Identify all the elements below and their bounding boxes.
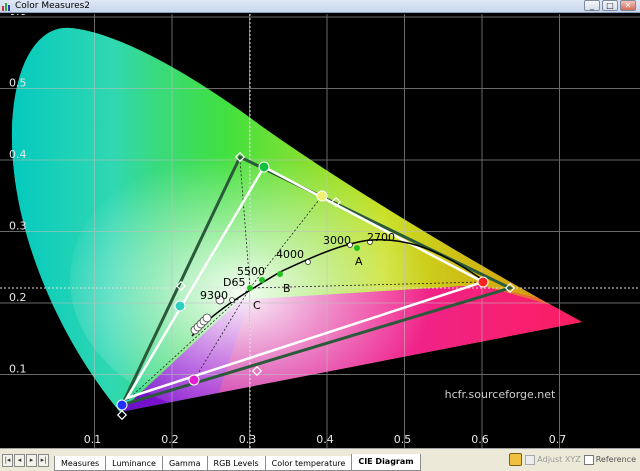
tab-gamma[interactable]: Gamma (161, 456, 208, 471)
cie-diagram[interactable]: 9300 D65 5500 4000 3000 2700 A B C hcfr.… (0, 14, 640, 448)
x-tick-label: 0.4 (316, 433, 334, 446)
tab-rgb-levels[interactable]: RGB Levels (206, 456, 266, 471)
tab-measures[interactable]: Measures (54, 456, 107, 471)
y-tick-label: 0.5 (9, 77, 27, 90)
adjust-xyz-label: Adjust XYZ (537, 455, 581, 464)
illuminant-label-b: B (283, 282, 291, 295)
cct-label-4000: 4000 (276, 248, 304, 261)
reference-box[interactable] (583, 454, 594, 465)
y-tick-label: 0.4 (9, 148, 27, 161)
nav-first-button[interactable]: |◂ (2, 453, 13, 467)
illuminant-label-a: A (355, 255, 363, 268)
x-tick-label: 0.7 (549, 433, 567, 446)
y-tick-label: 0.1 (9, 363, 27, 376)
cct-label-5500: 5500 (237, 265, 265, 278)
tab-cie-diagram[interactable]: CIE Diagram (351, 454, 421, 471)
app-icon (2, 2, 12, 11)
x-tick-label: 0.5 (394, 433, 412, 446)
adjust-xyz-checkbox[interactable]: Adjust XYZ (525, 454, 581, 465)
maximize-button[interactable]: □ (602, 0, 618, 11)
nav-prev-button[interactable]: ◂ (14, 453, 25, 467)
adjust-xyz-box[interactable] (525, 454, 536, 465)
minimize-button[interactable]: _ (584, 0, 600, 11)
y-tick-label: 0.2 (9, 291, 27, 304)
reference-checkbox[interactable]: Reference (583, 454, 636, 465)
app-window: Color Measures2 _ □ ✕ 9300 D65 5500 4000… (0, 0, 640, 471)
y-tick-label: 0.6 (9, 14, 27, 18)
x-tick-label: 0.6 (471, 433, 489, 446)
title-bar: Color Measures2 _ □ ✕ (0, 0, 640, 13)
tab-bar: |◂ ◂ ▸ ▸| Measures Luminance Gamma RGB L… (0, 448, 640, 471)
window-title: Color Measures2 (15, 1, 91, 11)
tab-color-temperature[interactable]: Color temperature (264, 456, 353, 471)
nav-next-button[interactable]: ▸ (26, 453, 37, 467)
tab-luminance[interactable]: Luminance (105, 456, 163, 471)
y-tick-label: 0.3 (9, 220, 27, 233)
x-tick-label: 0.2 (161, 433, 179, 446)
x-tick-label: 0.1 (84, 433, 102, 446)
window-controls: _ □ ✕ (584, 0, 636, 11)
close-button[interactable]: ✕ (620, 0, 636, 11)
watermark: hcfr.sourceforge.net (445, 388, 556, 401)
palette-icon[interactable] (509, 453, 523, 466)
cct-label-3000: 3000 (323, 234, 351, 247)
illuminant-label-c: C (253, 299, 261, 312)
reference-label: Reference (595, 455, 636, 464)
tab-navigation: |◂ ◂ ▸ ▸| (2, 453, 50, 467)
view-options: Adjust XYZ Reference (509, 453, 636, 466)
x-tick-label: 0.3 (239, 433, 257, 446)
view-tabs: Measures Luminance Gamma RGB Levels Colo… (54, 449, 421, 471)
cct-label-9300: 9300 (200, 289, 228, 302)
cct-label-2700: 2700 (367, 231, 395, 244)
nav-last-button[interactable]: ▸| (38, 453, 49, 467)
